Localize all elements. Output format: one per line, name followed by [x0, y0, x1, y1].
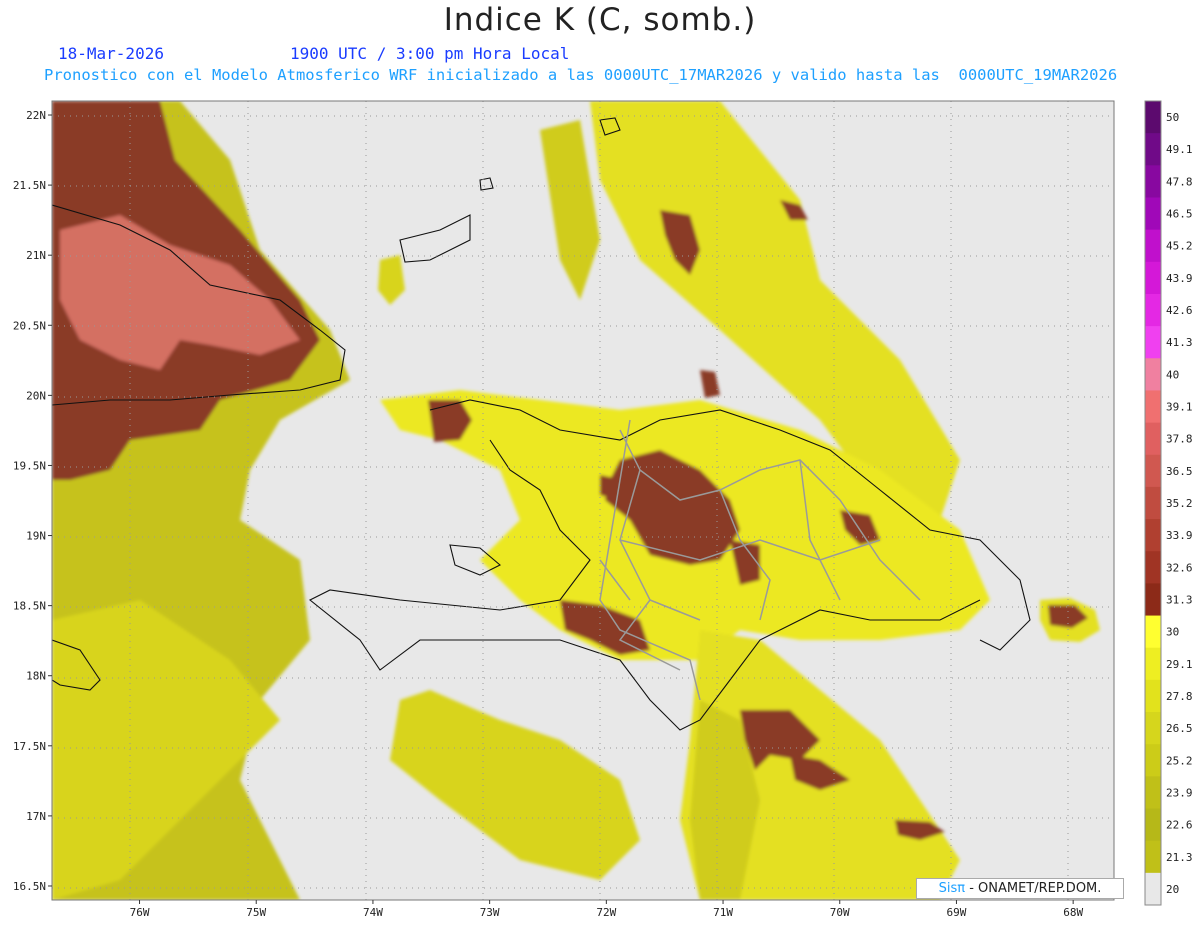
- lat-label: 19.5N: [13, 459, 46, 472]
- lat-label: 20.5N: [13, 319, 46, 332]
- colorbar-swatch: [1145, 229, 1161, 263]
- colorbar-label: 43.9: [1166, 272, 1193, 285]
- colorbar: 50 49.1 47.8 46.5 45.2 43.9 42.6 41.3 40 39.1 37.8…: [1144, 100, 1193, 906]
- colorbar-swatch: [1145, 679, 1161, 713]
- lat-label: 17N: [26, 810, 46, 823]
- colorbar-swatch: [1145, 840, 1161, 874]
- lon-label: 68W: [1063, 906, 1083, 919]
- colorbar-label: 21.3: [1166, 851, 1193, 864]
- lon-label: 72W: [596, 906, 616, 919]
- colorbar-label: 47.8: [1166, 175, 1193, 188]
- colorbar-label: 23.9: [1166, 786, 1193, 799]
- longitude-axis: 76W 75W 74W 73W 72W 71W 70W 69W 68W: [130, 900, 1083, 919]
- colorbar-swatch: [1145, 776, 1161, 810]
- lon-label: 75W: [246, 906, 266, 919]
- lon-label: 74W: [363, 906, 383, 919]
- colorbar-label: 39.1: [1166, 401, 1193, 414]
- lat-label: 17.5N: [13, 740, 46, 753]
- colorbar-label: 49.1: [1166, 143, 1193, 156]
- map-figure: 22N 21.5N 21N 20.5N 20N 19.5N 19N 18.5N 18N 17.5N…: [13, 100, 1193, 919]
- colorbar-swatch: [1145, 133, 1161, 166]
- lon-label: 71W: [713, 906, 733, 919]
- lat-label: 21.5N: [13, 179, 46, 192]
- lat-label: 16.5N: [13, 880, 46, 893]
- lon-label: 76W: [130, 906, 150, 919]
- lat-label: 18.5N: [13, 600, 46, 613]
- colorbar-label: 42.6: [1166, 304, 1193, 317]
- colorbar-label: 26.5: [1166, 722, 1193, 735]
- lon-label: 73W: [480, 906, 500, 919]
- colorbar-label: 41.3: [1166, 336, 1193, 349]
- colorbar-swatch: [1145, 872, 1161, 906]
- colorbar-label: 22.6: [1166, 819, 1193, 832]
- colorbar-swatch: [1145, 615, 1161, 649]
- credit-brand: Sisπ: [938, 881, 966, 896]
- lat-label: 18N: [26, 670, 46, 683]
- credit-label: Sisπ - ONAMET/REP.DOM.: [916, 878, 1124, 899]
- credit-org: - ONAMET/REP.DOM.: [969, 881, 1102, 896]
- colorbar-swatch: [1145, 197, 1161, 231]
- colorbar-swatch: [1145, 486, 1161, 520]
- colorbar-label: 45.2: [1166, 240, 1193, 253]
- lon-label: 69W: [947, 906, 967, 919]
- colorbar-label: 31.3: [1166, 593, 1193, 606]
- colorbar-swatch: [1145, 358, 1161, 391]
- lon-label: 70W: [830, 906, 850, 919]
- colorbar-swatch: [1145, 293, 1161, 327]
- colorbar-label: 27.8: [1166, 690, 1193, 703]
- lat-label: 21N: [26, 249, 46, 262]
- colorbar-swatch: [1145, 647, 1161, 681]
- lat-label: 22N: [26, 109, 46, 122]
- latitude-axis: 22N 21.5N 21N 20.5N 20N 19.5N 19N 18.5N 18N 17.5N…: [13, 109, 52, 893]
- colorbar-swatch: [1145, 519, 1161, 552]
- colorbar-swatch: [1145, 744, 1161, 777]
- colorbar-label: 37.8: [1166, 433, 1193, 446]
- colorbar-swatch: [1145, 712, 1161, 745]
- colorbar-swatch: [1145, 583, 1161, 617]
- colorbar-label: 50: [1166, 111, 1179, 124]
- colorbar-label: 20: [1166, 883, 1179, 896]
- colorbar-label: 40: [1166, 368, 1179, 381]
- colorbar-swatch: [1145, 808, 1161, 842]
- colorbar-label: 33.9: [1166, 529, 1193, 542]
- colorbar-label: 36.5: [1166, 465, 1193, 478]
- colorbar-label: 30: [1166, 626, 1179, 639]
- colorbar-label: 32.6: [1166, 561, 1193, 574]
- colorbar-swatch: [1145, 326, 1161, 359]
- colorbar-label: 25.2: [1166, 754, 1193, 767]
- colorbar-swatch: [1145, 390, 1161, 424]
- lat-label: 20N: [26, 389, 46, 402]
- colorbar-swatch: [1145, 551, 1161, 584]
- colorbar-swatch: [1145, 454, 1161, 488]
- colorbar-label: 35.2: [1166, 497, 1193, 510]
- colorbar-swatch: [1145, 261, 1161, 295]
- map-plot-area: [51, 100, 1115, 901]
- colorbar-swatch: [1145, 422, 1161, 456]
- colorbar-swatch: [1145, 101, 1161, 134]
- colorbar-label: 46.5: [1166, 208, 1193, 221]
- colorbar-label: 29.1: [1166, 658, 1193, 671]
- lat-label: 19N: [26, 530, 46, 543]
- colorbar-swatch: [1145, 165, 1161, 198]
